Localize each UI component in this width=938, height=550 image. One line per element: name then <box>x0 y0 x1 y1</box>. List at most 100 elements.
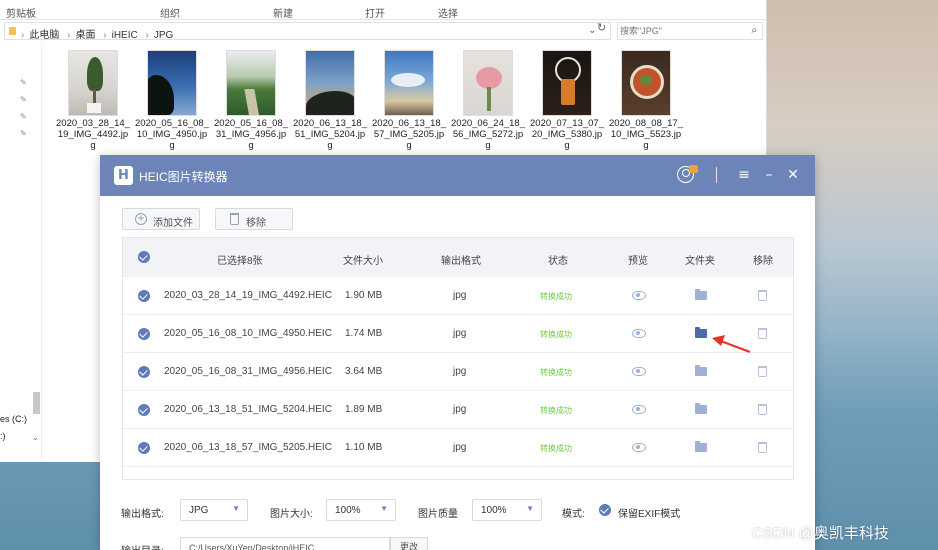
table-row[interactable]: 2020_03_28_14_19_IMG_4492.HEIC 1.90 MB j… <box>123 277 793 315</box>
select-all-checkbox[interactable] <box>138 251 150 263</box>
photo-sky-leaves-thumbnail <box>147 50 197 116</box>
row-format[interactable]: jpg <box>453 404 466 415</box>
output-format-label: 输出格式: <box>121 509 164 520</box>
row-checkbox[interactable] <box>138 328 150 340</box>
navigation-pane: ✎ ✎ ✎ ✎ es (C:) :) ⌄ <box>0 42 42 462</box>
image-quality-select[interactable]: 100% ▼ <box>472 499 542 521</box>
row-checkbox[interactable] <box>138 290 150 302</box>
folder-icon[interactable] <box>695 289 707 300</box>
eye-icon[interactable] <box>632 405 646 414</box>
trash-icon <box>230 213 239 225</box>
breadcrumb-iheic[interactable]: iHEIC <box>112 30 138 41</box>
refresh-icon[interactable]: ↻ <box>597 21 606 34</box>
trash-icon[interactable] <box>758 366 767 377</box>
image-size-select[interactable]: 100% ▼ <box>326 499 396 521</box>
file-item[interactable]: 2020_05_16_08_10_IMG_4950.jpg <box>135 50 209 151</box>
eye-icon[interactable] <box>632 291 646 300</box>
table-row[interactable]: 2020_05_16_08_31_IMG_4956.HEIC 3.64 MB j… <box>123 353 793 391</box>
file-item[interactable]: 2020_07_13_07_20_IMG_5380.jpg <box>530 50 604 151</box>
keep-exif-checkbox[interactable] <box>599 504 611 516</box>
close-icon[interactable]: ✕ <box>784 165 802 185</box>
remove-label: 移除 <box>246 218 266 229</box>
file-name: 2020_06_13_18_51_IMG_5204.jpg <box>293 118 367 151</box>
eye-icon[interactable] <box>632 329 646 338</box>
row-format[interactable]: jpg <box>453 290 466 301</box>
file-item[interactable]: 2020_05_16_08_31_IMG_4956.jpg <box>214 50 288 151</box>
row-checkbox[interactable] <box>138 404 150 416</box>
row-format[interactable]: jpg <box>453 442 466 453</box>
search-input[interactable] <box>620 24 740 38</box>
photo-path-thumbnail <box>226 50 276 116</box>
file-item[interactable]: 2020_06_13_18_57_IMG_5205.jpg <box>372 50 446 151</box>
table-row[interactable]: 2020_06_13_18_57_IMG_5205.HEIC 1.10 MB j… <box>123 429 793 467</box>
row-size: 1.10 MB <box>345 442 383 453</box>
nav-scrollbar[interactable]: ⌄ <box>31 42 42 452</box>
drive-d[interactable]: :) <box>0 431 6 441</box>
folder-icon[interactable] <box>695 441 707 452</box>
file-item[interactable]: 2020_06_24_18_56_IMG_5272.jpg <box>451 50 525 151</box>
watermark: CSDN @奥凯丰科技 <box>752 525 889 542</box>
add-file-label: 添加文件 <box>153 218 193 229</box>
remove-button[interactable]: 移除 <box>215 208 293 230</box>
ribbon-open[interactable]: 打开 <box>365 5 385 20</box>
trash-icon[interactable] <box>758 290 767 301</box>
add-file-button[interactable]: + 添加文件 <box>122 208 200 230</box>
pin-icon: ✎ <box>20 112 27 121</box>
search-box[interactable]: ⌕ <box>617 22 763 40</box>
row-file-name: 2020_05_16_08_31_IMG_4956.HEIC <box>164 366 332 377</box>
row-format[interactable]: jpg <box>453 366 466 377</box>
trash-icon[interactable] <box>758 328 767 339</box>
chevron-down-icon[interactable]: ⌄ <box>588 25 596 36</box>
file-name: 2020_07_13_07_20_IMG_5380.jpg <box>530 118 604 151</box>
breadcrumb-desktop[interactable]: 桌面 <box>75 30 95 41</box>
pin-icon: ✎ <box>20 129 27 138</box>
chevron-down-icon[interactable]: ⌄ <box>32 433 39 442</box>
file-name: 2020_06_24_18_56_IMG_5272.jpg <box>451 118 525 151</box>
photo-drink-thumbnail <box>542 50 592 116</box>
chevron-right-icon: › <box>145 30 149 41</box>
folder-icon[interactable] <box>695 403 707 414</box>
row-checkbox[interactable] <box>138 366 150 378</box>
ribbon-clipboard[interactable]: 剪贴板 <box>6 5 36 20</box>
ribbon-new[interactable]: 新建 <box>273 5 293 20</box>
image-size-value: 100% <box>335 505 361 516</box>
table-row[interactable]: 2020_05_16_08_10_IMG_4950.HEIC 1.74 MB j… <box>123 315 793 353</box>
address-bar[interactable]: › 此电脑 › 桌面 › iHEIC › JPG ⌄ <box>4 22 611 41</box>
file-item[interactable]: 2020_03_28_14_19_IMG_4492.jpg <box>56 50 130 151</box>
ribbon-organize[interactable]: 组织 <box>160 5 180 20</box>
breadcrumb-jpg[interactable]: JPG <box>154 30 173 41</box>
trash-icon[interactable] <box>758 404 767 415</box>
row-status: 转换成功 <box>540 330 572 339</box>
keep-exif-label[interactable]: 保留EXIF模式 <box>618 505 680 520</box>
output-dir-field[interactable]: C:/Users/XuYen/Desktop/iHEIC <box>180 537 390 550</box>
row-format[interactable]: jpg <box>453 328 466 339</box>
vip-badge-icon <box>689 165 698 173</box>
chevron-right-icon: › <box>67 30 71 41</box>
row-checkbox[interactable] <box>138 442 150 454</box>
search-icon[interactable]: ⌕ <box>751 25 757 36</box>
row-size: 1.90 MB <box>345 290 383 301</box>
ribbon-select[interactable]: 选择 <box>438 5 458 20</box>
eye-icon[interactable] <box>632 367 646 376</box>
drive-c[interactable]: es (C:) <box>0 414 27 424</box>
folder-icon[interactable] <box>695 327 707 338</box>
output-format-select[interactable]: JPG ▼ <box>180 499 248 521</box>
header-folder: 文件夹 <box>685 256 715 267</box>
file-item[interactable]: 2020_08_08_17_10_IMG_5523.jpg <box>609 50 683 151</box>
heic-converter-window: H HEIC图片转换器 ≡ – ✕ + 添加文件 移除 已选择8张 文件大小 输… <box>100 155 815 550</box>
trash-icon[interactable] <box>758 442 767 453</box>
table-header: 已选择8张 文件大小 输出格式 状态 预览 文件夹 移除 <box>123 238 793 277</box>
row-file-name: 2020_06_13_18_57_IMG_5205.HEIC <box>164 442 332 453</box>
table-row[interactable]: 2020_06_13_18_51_IMG_5204.HEIC 1.89 MB j… <box>123 391 793 429</box>
change-dir-button[interactable]: 更改 <box>390 537 428 550</box>
scrollbar-thumb[interactable] <box>33 392 40 414</box>
header-remove: 移除 <box>753 256 773 267</box>
file-item[interactable]: 2020_06_13_18_51_IMG_5204.jpg <box>293 50 367 151</box>
menu-icon[interactable]: ≡ <box>735 165 753 185</box>
eye-icon[interactable] <box>632 443 646 452</box>
breadcrumb-this-pc[interactable]: 此电脑 <box>29 30 59 41</box>
minimize-icon[interactable]: – <box>760 165 778 185</box>
header-selected: 已选择8张 <box>217 256 263 267</box>
folder-icon[interactable] <box>695 365 707 376</box>
title-bar[interactable]: H HEIC图片转换器 ≡ – ✕ <box>100 155 815 196</box>
